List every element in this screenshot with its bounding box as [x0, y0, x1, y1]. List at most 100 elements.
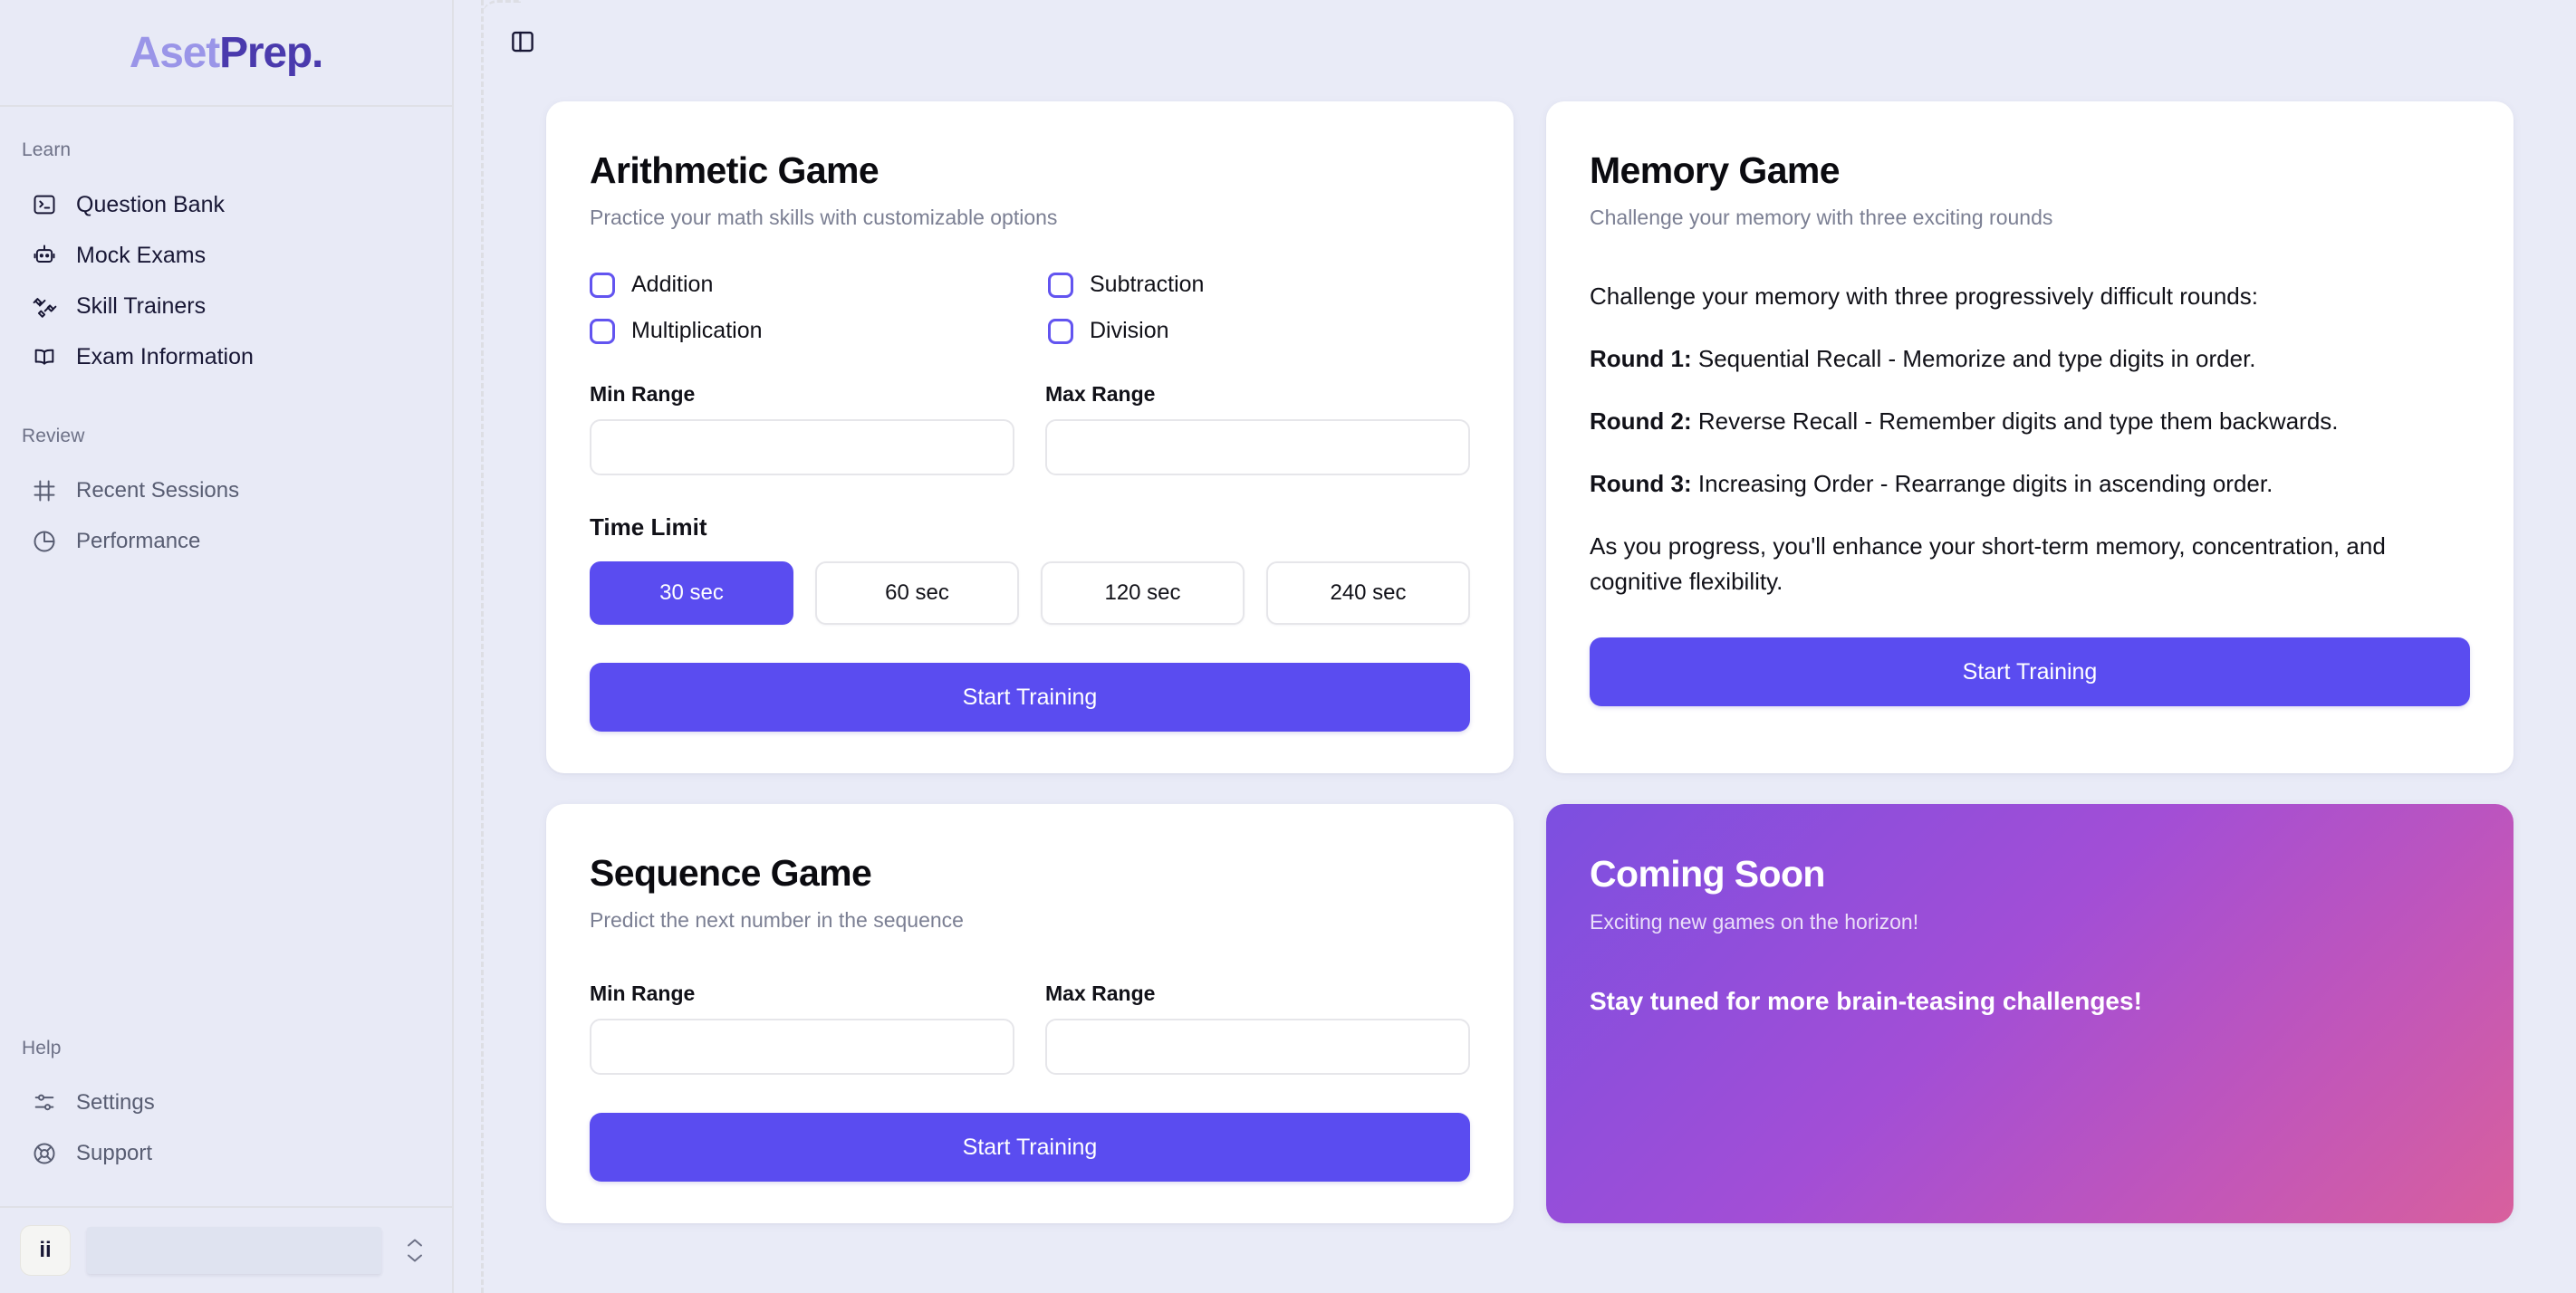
sidebar-item-label: Support [76, 1141, 153, 1166]
memory-intro: Challenge your memory with three progres… [1590, 283, 2258, 311]
nav-section-label-learn: Learn [22, 139, 72, 161]
sequence-game-card: Sequence Game Predict the next number in… [546, 804, 1514, 1224]
memory-round-3: Round 3: Increasing Order - Rearrange di… [1590, 466, 2470, 502]
arithmetic-min-range-input[interactable] [590, 419, 1014, 476]
arithmetic-subtitle: Practice your math skills with customiza… [590, 206, 1058, 230]
sidebar-nav: Learn Question Bank Mock Exams Skill Tra… [0, 107, 452, 1205]
terminal-icon [31, 191, 58, 218]
sequence-max-range-label: Max Range [1045, 982, 1156, 1006]
memory-title: Memory Game [1590, 149, 1841, 191]
app-root: AsetPrep. Learn Question Bank Mock Exams [0, 0, 2576, 1293]
sidebar-item-mock-exams[interactable]: Mock Exams [9, 230, 443, 281]
nav-section-review: Review Recent Sessions Performance [0, 426, 452, 567]
checkbox-box-icon[interactable] [590, 318, 615, 344]
time-option-120[interactable]: 120 sec [1041, 561, 1245, 626]
sequence-min-range-group: Min Range [590, 982, 1014, 1076]
sidebar-panel-icon[interactable] [503, 22, 543, 62]
coming-soon-title: Coming Soon [1590, 853, 1825, 896]
game-cards-grid: Arithmetic Game Practice your math skill… [454, 83, 2576, 1224]
memory-round-1: Round 1: Sequential Recall - Memorize an… [1590, 341, 2470, 377]
checkbox-label: Subtraction [1090, 272, 1205, 298]
memory-round-2: Round 2: Reverse Recall - Remember digit… [1590, 404, 2470, 439]
sequence-range-fields: Min Range Max Range [590, 982, 1470, 1076]
time-option-240[interactable]: 240 sec [1266, 561, 1470, 626]
coming-soon-card: Coming Soon Exciting new games on the ho… [1546, 804, 2514, 1224]
time-option-30[interactable]: 30 sec [590, 561, 793, 626]
brand-logo-part1: Aset [129, 28, 220, 77]
time-option-60[interactable]: 60 sec [815, 561, 1019, 626]
sequence-min-range-label: Min Range [590, 982, 696, 1006]
memory-round-2-name: Round 2: [1590, 407, 1692, 436]
checkbox-box-icon[interactable] [1048, 272, 1073, 298]
memory-round-2-text: Reverse Recall - Remember digits and typ… [1691, 407, 2339, 436]
arithmetic-title: Arithmetic Game [590, 149, 879, 191]
sidebar-item-label: Question Bank [76, 191, 225, 217]
brand-logo[interactable]: AsetPrep. [129, 28, 324, 78]
sidebar-header: AsetPrep. [0, 0, 452, 108]
checkbox-division[interactable]: Division [1048, 318, 1470, 344]
memory-subtitle: Challenge your memory with three excitin… [1590, 206, 2053, 230]
sidebar-item-support[interactable]: Support [9, 1128, 443, 1179]
sidebar-item-label: Mock Exams [76, 242, 207, 268]
sidebar-item-label: Skill Trainers [76, 292, 207, 319]
sidebar-item-settings[interactable]: Settings [9, 1078, 443, 1128]
nav-section-learn: Learn Question Bank Mock Exams Skill Tra… [0, 139, 452, 382]
sidebar-item-skill-trainers[interactable]: Skill Trainers [9, 281, 443, 331]
checkbox-label: Division [1090, 318, 1169, 344]
sequence-start-training-button[interactable]: Start Training [590, 1113, 1470, 1183]
book-icon [31, 343, 58, 370]
arithmetic-game-card: Arithmetic Game Practice your math skill… [546, 101, 1514, 774]
arithmetic-max-range-label: Max Range [1045, 382, 1156, 407]
time-limit-label: Time Limit [590, 513, 707, 541]
arithmetic-max-range-group: Max Range [1045, 382, 1470, 476]
frame-icon [31, 477, 58, 504]
brand-logo-part2: Prep. [219, 28, 323, 77]
sidebar-item-label: Settings [76, 1090, 155, 1116]
avatar[interactable]: ii [20, 1224, 71, 1276]
sidebar-item-label: Recent Sessions [76, 478, 240, 503]
memory-outro: As you progress, you'll enhance your sho… [1590, 532, 2386, 596]
sequence-min-range-input[interactable] [590, 1019, 1014, 1076]
memory-round-1-name: Round 1: [1590, 345, 1692, 373]
arithmetic-start-training-button[interactable]: Start Training [590, 663, 1470, 733]
checkbox-subtraction[interactable]: Subtraction [1048, 272, 1470, 298]
dumbbell-icon [31, 292, 58, 320]
sidebar-item-performance[interactable]: Performance [9, 516, 443, 567]
account-name-placeholder[interactable] [87, 1226, 381, 1274]
memory-start-training-button[interactable]: Start Training [1590, 637, 2470, 707]
coming-soon-tagline: Stay tuned for more brain-teasing challe… [1590, 987, 2142, 1016]
memory-round-1-text: Sequential Recall - Memorize and type di… [1691, 345, 2256, 373]
arithmetic-min-range-label: Min Range [590, 382, 696, 407]
checkbox-label: Multiplication [631, 318, 763, 344]
account-switcher-button[interactable] [398, 1237, 432, 1264]
checkbox-multiplication[interactable]: Multiplication [590, 318, 1012, 344]
sidebar-item-question-bank[interactable]: Question Bank [9, 179, 443, 230]
robot-icon [31, 242, 58, 269]
pie-chart-icon [31, 528, 58, 555]
sequence-title: Sequence Game [590, 852, 872, 895]
nav-section-label-review: Review [22, 426, 85, 447]
arithmetic-max-range-input[interactable] [1045, 419, 1470, 476]
checkbox-box-icon[interactable] [590, 272, 615, 298]
chevron-down-icon [408, 1254, 422, 1262]
memory-game-card: Memory Game Challenge your memory with t… [1546, 101, 2514, 774]
nav-section-help: Help Settings Support [0, 1038, 452, 1179]
sliders-icon [31, 1089, 58, 1116]
topbar [454, 0, 2576, 83]
time-limit-options: 30 sec 60 sec 120 sec 240 sec [590, 561, 1470, 626]
main-content: Arithmetic Game Practice your math skill… [454, 0, 2576, 1293]
memory-description: Challenge your memory with three progres… [1590, 279, 2470, 599]
arithmetic-min-range-group: Min Range [590, 382, 1014, 476]
sequence-max-range-input[interactable] [1045, 1019, 1470, 1076]
memory-round-3-text: Increasing Order - Rearrange digits in a… [1691, 470, 2273, 498]
checkbox-box-icon[interactable] [1048, 318, 1073, 344]
arithmetic-operations: Addition Subtraction Multiplication Divi… [590, 272, 1470, 344]
sidebar: AsetPrep. Learn Question Bank Mock Exams [0, 0, 454, 1293]
checkbox-label: Addition [631, 272, 714, 298]
sidebar-item-recent-sessions[interactable]: Recent Sessions [9, 465, 443, 516]
sidebar-footer: ii [0, 1205, 452, 1293]
arithmetic-range-fields: Min Range Max Range [590, 382, 1470, 476]
checkbox-addition[interactable]: Addition [590, 272, 1012, 298]
sidebar-item-exam-information[interactable]: Exam Information [9, 331, 443, 382]
sequence-max-range-group: Max Range [1045, 982, 1470, 1076]
